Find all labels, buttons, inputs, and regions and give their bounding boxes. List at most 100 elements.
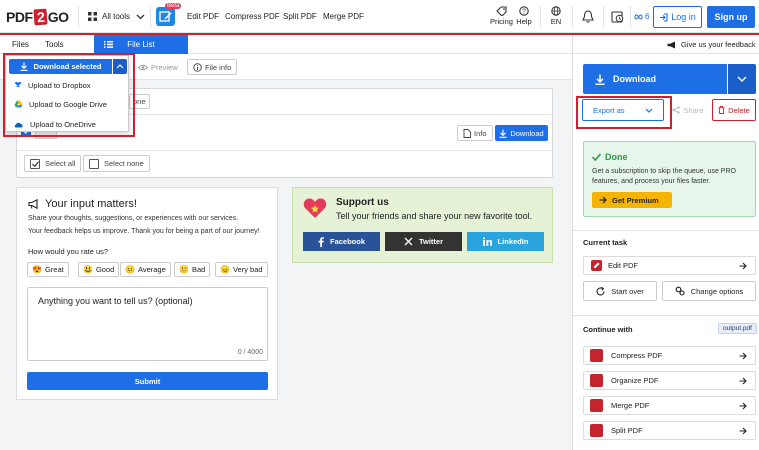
edit-pdf-icon: [591, 260, 602, 271]
select-all-button[interactable]: Select all: [24, 155, 82, 172]
rating-average[interactable]: 😐 Average: [120, 262, 171, 277]
facebook-share-button[interactable]: Facebook: [303, 232, 380, 251]
history-icon[interactable]: [611, 10, 624, 23]
divider: [573, 315, 759, 316]
submit-button[interactable]: Submit: [27, 372, 268, 390]
feedback-text-2: Your feedback helps us improve. Thank yo…: [28, 228, 260, 235]
angry-emoji-icon: 😠: [220, 265, 230, 274]
divider: [540, 6, 541, 27]
bell-icon[interactable]: [582, 10, 594, 23]
done-header: Done: [592, 152, 628, 162]
export-as-dropdown[interactable]: Export as: [582, 99, 664, 121]
download-icon: [595, 74, 605, 85]
edit-pdf-icon: [159, 11, 172, 22]
info-button[interactable]: Info: [457, 125, 493, 141]
refresh-icon: [596, 286, 605, 295]
rating-very-bad[interactable]: 😠 Very bad: [215, 262, 268, 277]
divider: [573, 53, 759, 54]
help-link[interactable]: ? Help: [514, 6, 534, 26]
nav-merge-pdf[interactable]: Merge PDF: [323, 0, 364, 33]
file-download-button[interactable]: Download: [495, 125, 548, 141]
continue-with-heading: Continue with: [583, 325, 633, 334]
get-premium-button[interactable]: Get Premium: [592, 192, 672, 208]
nav-compress-pdf[interactable]: Compress PDF: [225, 0, 280, 33]
continue-merge-pdf[interactable]: Merge PDF: [583, 396, 756, 415]
tab-files[interactable]: Files: [12, 35, 29, 54]
give-feedback-link[interactable]: Give us your feedback: [667, 40, 756, 49]
list-icon: [104, 41, 113, 48]
divider: [78, 6, 79, 27]
left-tabs: Files Tools File List: [0, 35, 572, 54]
divider: [17, 150, 552, 151]
linkedin-share-button[interactable]: LinkedIn: [467, 232, 544, 251]
char-counter: 0 / 4000: [237, 349, 263, 356]
neutral-emoji-icon: 😐: [125, 265, 135, 274]
done-text: Get a subscription to skip the queue, us…: [592, 168, 736, 185]
arrow-right-icon: [599, 196, 607, 204]
chevron-down-icon: [737, 76, 747, 82]
continue-split-pdf[interactable]: Split PDF: [583, 421, 756, 440]
eye-icon: [138, 64, 148, 70]
check-icon: [592, 153, 601, 161]
megaphone-icon: [28, 199, 38, 209]
divider: [603, 6, 604, 27]
rating-good[interactable]: 😃 Good: [78, 262, 120, 277]
nav-split-pdf[interactable]: Split PDF: [283, 0, 317, 33]
tab-tools[interactable]: Tools: [45, 35, 64, 54]
info-icon: [193, 62, 202, 72]
twitter-share-button[interactable]: Twitter: [385, 232, 462, 251]
arrow-right-icon: [739, 427, 747, 434]
facebook-icon: [318, 236, 324, 247]
change-options-button[interactable]: Change options: [662, 281, 756, 301]
logo[interactable]: PDF 2 GO: [6, 7, 69, 27]
continue-compress-pdf[interactable]: Compress PDF: [583, 346, 756, 365]
arrow-right-icon: [739, 352, 747, 359]
heart-icon: [303, 198, 327, 218]
support-card: Support us Tell your friends and share y…: [292, 187, 553, 263]
start-over-button[interactable]: Start over: [583, 281, 657, 301]
compress-icon: [590, 349, 603, 362]
select-none-button[interactable]: Select none: [83, 155, 150, 172]
login-button[interactable]: Log in: [653, 6, 702, 28]
gears-icon: [675, 286, 685, 296]
globe-icon: [551, 6, 561, 16]
continue-organize-pdf[interactable]: Organize PDF: [583, 371, 756, 390]
file-info-button[interactable]: File info: [187, 59, 238, 75]
pricing-link[interactable]: Pricing: [490, 6, 513, 26]
login-icon: [660, 12, 668, 22]
checkbox-empty-icon: [89, 158, 99, 169]
share-button[interactable]: Share: [669, 99, 707, 121]
divider: [150, 6, 151, 27]
rating-bad[interactable]: 😕 Bad: [174, 262, 211, 277]
feedback-header: Your input matters!: [28, 198, 137, 210]
document-icon: [463, 128, 471, 138]
language-selector[interactable]: EN: [548, 6, 564, 26]
output-file-badge: output.pdf: [718, 323, 757, 334]
editor-app-icon[interactable]: [156, 7, 175, 26]
checkbox-icon: [30, 158, 40, 169]
preview-button[interactable]: Preview: [133, 59, 183, 75]
heart-eyes-emoji-icon: 😍: [32, 265, 42, 274]
delete-button[interactable]: Delete: [712, 99, 756, 121]
edit-pdf-task-button[interactable]: Edit PDF: [583, 256, 756, 275]
infinity-icon: [634, 13, 643, 20]
divider: [572, 6, 573, 27]
megaphone-icon: [667, 41, 675, 48]
top-navigation: PDF 2 GO All tools Beta Edit PDF Compress …: [0, 0, 759, 33]
rating-great[interactable]: 😍 Great: [27, 262, 69, 277]
feedback-text-1: Share your thoughts, suggestions, or exp…: [28, 215, 239, 222]
feedback-card: Your input matters! Share your thoughts,…: [16, 187, 278, 400]
right-panel: Give us your feedback Download Export as…: [572, 35, 759, 450]
chevron-down-icon: [136, 14, 145, 19]
signup-button[interactable]: Sign up: [707, 6, 755, 28]
organize-icon: [590, 374, 603, 387]
arrow-right-icon: [739, 402, 747, 409]
done-card: Done Get a subscription to skip the queu…: [583, 141, 756, 217]
feedback-textarea[interactable]: Anything you want to tell us? (optional)…: [27, 287, 268, 361]
download-options-toggle[interactable]: [728, 64, 756, 94]
support-subtitle: Tell your friends and share your new fav…: [336, 211, 533, 221]
tab-file-list[interactable]: File List: [94, 35, 188, 54]
nav-edit-pdf[interactable]: Edit PDF: [187, 0, 219, 33]
main-download-button[interactable]: Download: [583, 64, 727, 94]
all-tools-button[interactable]: All tools: [88, 0, 145, 33]
